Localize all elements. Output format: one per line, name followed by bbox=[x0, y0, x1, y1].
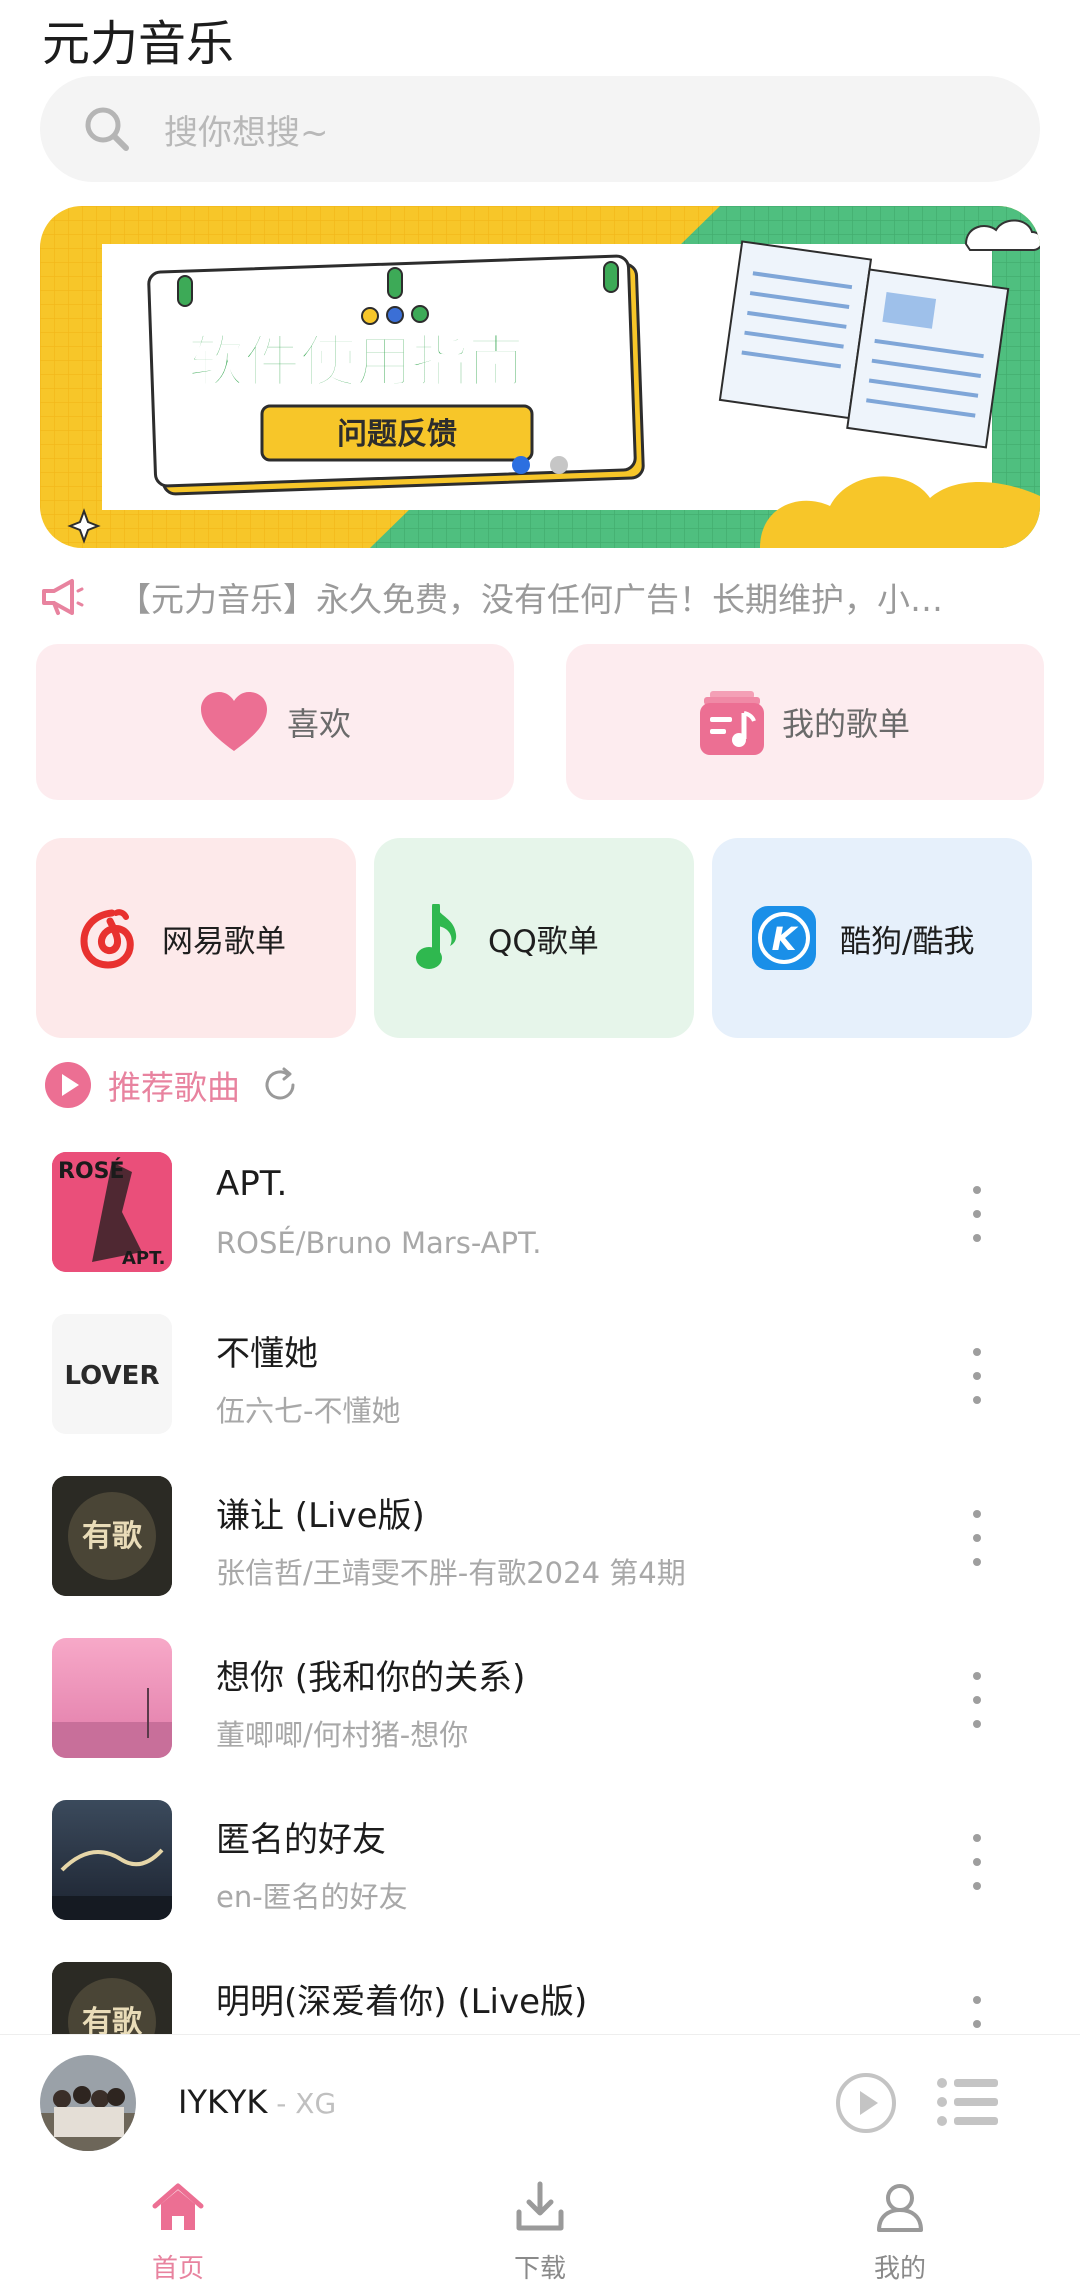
song-title: 谦让 (Live版) bbox=[216, 1496, 425, 1536]
svg-text:K: K bbox=[772, 920, 799, 958]
song-subtitle: en-匿名的好友 bbox=[216, 1880, 408, 1914]
now-playing-info: IYKYK - XG bbox=[178, 2083, 336, 2121]
search-input[interactable]: 搜你想搜~ bbox=[164, 105, 329, 154]
song-subtitle: ROSÉ/Bruno Mars-APT. bbox=[216, 1226, 542, 1260]
recommend-title: 推荐歌曲 bbox=[108, 1068, 240, 1107]
qq-playlist-button[interactable]: QQ歌单 bbox=[374, 838, 694, 1038]
more-options-icon[interactable] bbox=[962, 1672, 992, 1728]
refresh-icon[interactable] bbox=[260, 1065, 300, 1105]
banner-title: 软件使用指南 bbox=[188, 330, 524, 395]
tab-profile[interactable]: 我的 bbox=[830, 2180, 970, 2285]
song-subtitle: 伍六七-不懂她 bbox=[216, 1394, 401, 1428]
user-icon bbox=[877, 2184, 923, 2232]
favorites-label: 喜欢 bbox=[286, 705, 351, 743]
banner-button: 问题反馈 bbox=[337, 417, 457, 452]
svg-text:APT.: APT. bbox=[122, 1248, 166, 1269]
announcement-text: 【元力音乐】永久免费，没有任何广告！长期维护，小… bbox=[118, 580, 943, 619]
kugou-icon: K bbox=[752, 906, 816, 970]
megaphone-icon bbox=[42, 579, 84, 615]
song-subtitle: 董唧唧/何村猪-想你 bbox=[216, 1718, 469, 1752]
search-bar[interactable]: 搜你想搜~ bbox=[40, 76, 1040, 182]
now-playing-title: IYKYK bbox=[178, 2083, 268, 2121]
download-icon bbox=[516, 2181, 564, 2231]
song-item[interactable]: 有歌 明明(深爱着你) (Live版) bbox=[0, 1960, 1080, 2034]
search-icon bbox=[85, 107, 129, 151]
home-icon bbox=[152, 2183, 204, 2230]
svg-text:有歌: 有歌 bbox=[82, 1519, 143, 1554]
album-cover: 有歌 bbox=[52, 1476, 172, 1596]
play-button[interactable] bbox=[836, 2073, 896, 2133]
song-item[interactable]: 匿名的好友 en-匿名的好友 bbox=[0, 1798, 1080, 1960]
more-options-icon[interactable] bbox=[962, 1186, 992, 1242]
song-item[interactable]: 想你 (我和你的关系) 董唧唧/何村猪-想你 bbox=[0, 1636, 1080, 1798]
svg-text:有歌: 有歌 bbox=[82, 2005, 143, 2034]
album-cover: 有歌 bbox=[52, 1962, 172, 2034]
album-cover bbox=[52, 1800, 172, 1920]
tab-profile-label: 我的 bbox=[873, 2254, 926, 2284]
tab-download-label: 下载 bbox=[513, 2254, 566, 2284]
tab-home-label: 首页 bbox=[151, 2254, 204, 2284]
tab-home[interactable]: 首页 bbox=[108, 2180, 248, 2285]
song-title: 不懂她 bbox=[216, 1334, 318, 1374]
more-options-icon[interactable] bbox=[962, 1510, 992, 1566]
favorites-button[interactable]: 喜欢 bbox=[36, 644, 514, 800]
song-item[interactable]: ROSÉ APT. APT. ROSÉ/Bruno Mars-APT. bbox=[0, 1150, 1080, 1312]
song-subtitle: 张信哲/王靖雯不胖-有歌2024 第4期 bbox=[216, 1556, 686, 1590]
banner-carousel[interactable]: 软件使用指南 问题反馈 bbox=[40, 206, 1040, 548]
mini-player[interactable]: IYKYK - XG bbox=[0, 2034, 1080, 2166]
playlist-queue-icon[interactable] bbox=[936, 2075, 998, 2129]
announcement-bar[interactable]: 【元力音乐】永久免费，没有任何广告！长期维护，小… bbox=[40, 572, 1040, 622]
tab-download[interactable]: 下载 bbox=[470, 2180, 610, 2285]
now-playing-artist: XG bbox=[295, 2087, 337, 2120]
svg-text:ROSÉ: ROSÉ bbox=[58, 1158, 125, 1184]
more-options-icon[interactable] bbox=[962, 1348, 992, 1404]
more-options-icon[interactable] bbox=[962, 1996, 992, 2034]
my-playlists-label: 我的歌单 bbox=[781, 705, 910, 743]
more-options-icon[interactable] bbox=[962, 1834, 992, 1890]
now-playing-cover bbox=[40, 2055, 136, 2151]
album-cover: ROSÉ APT. bbox=[52, 1152, 172, 1272]
play-circle-icon bbox=[45, 1062, 91, 1108]
song-title: 明明(深爱着你) (Live版) bbox=[216, 1982, 588, 2022]
bottom-tab-bar: 首页 下载 我的 bbox=[0, 2166, 1080, 2287]
playlist-icon bbox=[699, 691, 764, 755]
carousel-dot-active[interactable] bbox=[512, 456, 530, 474]
song-item[interactable]: 有歌 谦让 (Live版) 张信哲/王靖雯不胖-有歌2024 第4期 bbox=[0, 1474, 1080, 1636]
netease-playlist-button[interactable]: 网易歌单 bbox=[36, 838, 356, 1038]
kugou-playlist-button[interactable]: K 酷狗/酷我 bbox=[712, 838, 1032, 1038]
album-cover bbox=[52, 1638, 172, 1758]
song-title: 想你 (我和你的关系) bbox=[216, 1658, 526, 1698]
heart-icon bbox=[200, 692, 267, 751]
qq-label: QQ歌单 bbox=[488, 923, 599, 960]
app-title: 元力音乐 bbox=[42, 16, 235, 72]
song-list[interactable]: ROSÉ APT. APT. ROSÉ/Bruno Mars-APT. LOVE… bbox=[0, 1150, 1080, 2034]
carousel-dot[interactable] bbox=[550, 456, 568, 474]
song-title: APT. bbox=[216, 1164, 288, 1204]
my-playlists-button[interactable]: 我的歌单 bbox=[566, 644, 1044, 800]
svg-text:LOVER: LOVER bbox=[65, 1361, 160, 1391]
kugou-label: 酷狗/酷我 bbox=[840, 923, 975, 960]
song-item[interactable]: LOVER 不懂她 伍六七-不懂她 bbox=[0, 1312, 1080, 1474]
song-title: 匿名的好友 bbox=[216, 1820, 386, 1860]
netease-label: 网易歌单 bbox=[162, 923, 286, 960]
separator: - bbox=[267, 2087, 296, 2120]
recommend-header: 推荐歌曲 bbox=[44, 1060, 300, 1110]
album-cover: LOVER bbox=[52, 1314, 172, 1434]
qq-music-icon bbox=[416, 904, 457, 969]
netease-icon bbox=[80, 909, 134, 969]
